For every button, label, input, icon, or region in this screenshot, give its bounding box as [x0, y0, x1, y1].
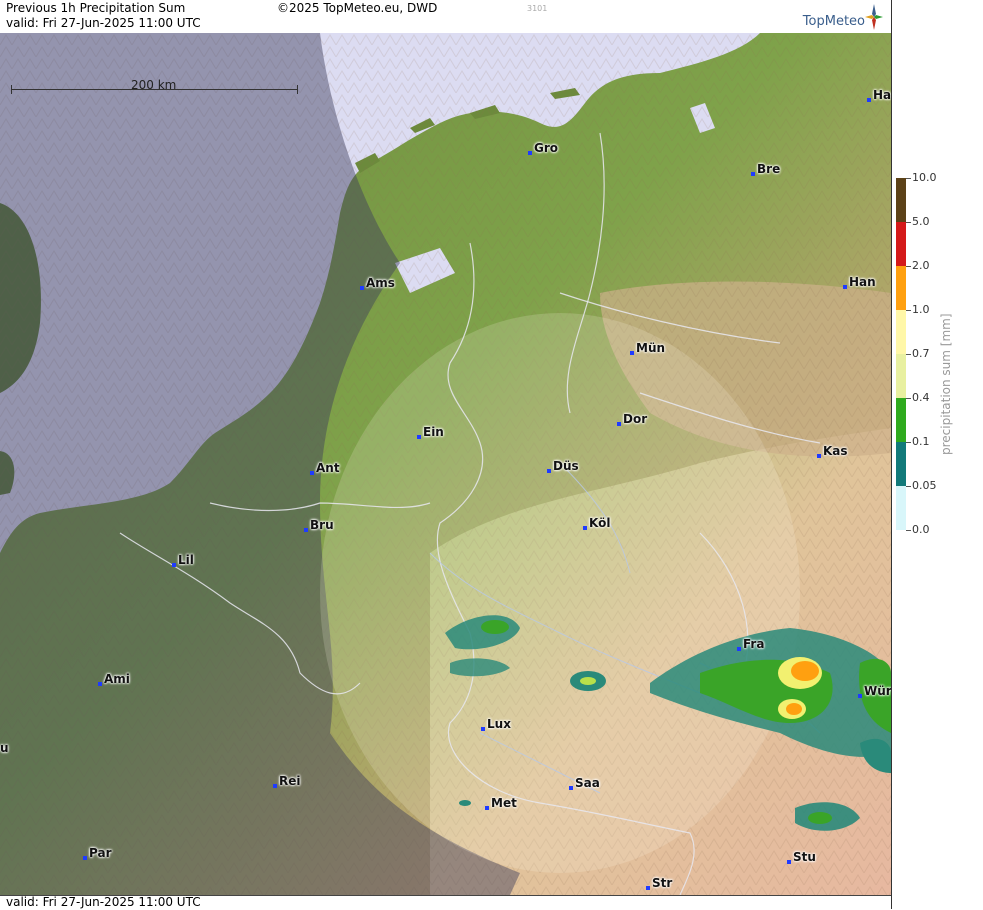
legend-color-swatch [896, 310, 906, 354]
topmeteo-logo: TopMeteo [797, 2, 887, 32]
legend-color-swatch [896, 222, 906, 266]
precipitation-map[interactable]: 200 km Ha Gro Bre Ams Han Mün Dor Ein Ka… [0, 33, 891, 895]
legend-tick [906, 222, 911, 223]
footer-valid-time: valid: Fri 27-Jun-2025 11:00 UTC [6, 895, 201, 909]
map-header: Previous 1h Precipitation Sum valid: Fri… [0, 0, 891, 33]
legend-color-swatch [896, 486, 906, 530]
copyright: ©2025 TopMeteo.eu, DWD [277, 1, 438, 15]
legend-tick [906, 178, 911, 179]
legend-tick [906, 442, 911, 443]
legend-label: 0.0 [912, 523, 930, 536]
legend-tick [906, 310, 911, 311]
valid-time: valid: Fri 27-Jun-2025 11:00 UTC [6, 16, 201, 30]
compass-icon [865, 4, 883, 30]
legend-label: 0.1 [912, 435, 930, 448]
legend-label: 0.05 [912, 479, 937, 492]
map-title: Previous 1h Precipitation Sum [6, 1, 186, 15]
radar-circle [320, 313, 800, 873]
legend-label: 2.0 [912, 259, 930, 272]
map-footer: valid: Fri 27-Jun-2025 11:00 UTC [0, 895, 891, 910]
legend-tick [906, 486, 911, 487]
legend-color-swatch [896, 442, 906, 486]
legend-tick [906, 530, 911, 531]
legend-label: 1.0 [912, 303, 930, 316]
legend-color-swatch [896, 398, 906, 442]
legend-title: precipitation sum [mm] [939, 313, 953, 455]
legend-tick [906, 398, 911, 399]
legend-color-swatch [896, 266, 906, 310]
legend-label: 10.0 [912, 171, 937, 184]
legend-color-swatch [896, 178, 906, 222]
legend-tick [906, 354, 911, 355]
logo-text: TopMeteo [802, 14, 865, 29]
legend-panel: 10.0 5.0 2.0 1.0 0.7 0.4 0.1 0.05 0.0 precipitat… [891, 0, 983, 909]
legend-label: 0.7 [912, 347, 930, 360]
legend-label: 5.0 [912, 215, 930, 228]
scale-label: 200 km [131, 78, 177, 92]
legend-color-swatch [896, 354, 906, 398]
legend-label: 0.4 [912, 391, 930, 404]
map-code: 3101 [527, 4, 548, 13]
legend-tick [906, 266, 911, 267]
scale-bar: 200 km [11, 78, 298, 97]
